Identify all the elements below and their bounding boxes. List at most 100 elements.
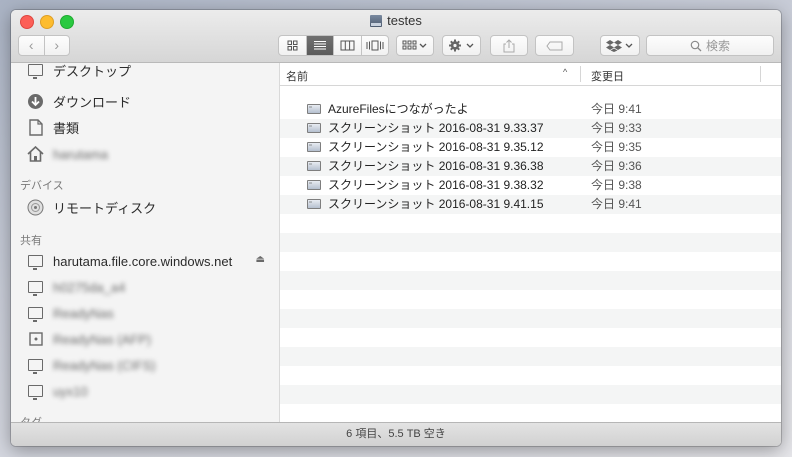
empty-row xyxy=(280,347,781,366)
file-rows: AzureFilesにつながったよ 今日 9:41 スクリーンショット 2016-0… xyxy=(280,100,781,423)
file-name: スクリーンショット 2016-08-31 9.38.32 xyxy=(328,178,544,192)
forward-button[interactable]: › xyxy=(45,36,70,55)
file-row[interactable]: スクリーンショット 2016-08-31 9.33.37 今日 9:33 xyxy=(280,119,781,138)
file-name: スクリーンショット 2016-08-31 9.35.12 xyxy=(328,140,544,154)
window-title: testes xyxy=(11,13,781,29)
folder-drive-icon xyxy=(370,15,383,27)
file-date: 今日 9:41 xyxy=(591,102,642,116)
column-header: 名前 ^ 変更日 xyxy=(280,63,781,86)
file-name: スクリーンショット 2016-08-31 9.36.38 xyxy=(328,159,544,173)
sidebar-item-downloads[interactable]: ダウンロード xyxy=(27,91,131,111)
sidebar-item-desktop[interactable]: デスクトップ xyxy=(27,63,131,80)
column-separator[interactable] xyxy=(760,66,761,82)
sidebar-item-documents[interactable]: 書類 xyxy=(27,117,79,137)
file-name: スクリーンショット 2016-08-31 9.33.37 xyxy=(328,121,544,135)
file-date: 今日 9:35 xyxy=(591,140,642,154)
status-bar: 6 項目、5.5 TB 空き xyxy=(11,422,781,446)
empty-row xyxy=(280,366,781,385)
tag-button[interactable] xyxy=(535,35,574,56)
sidebar-item-remote-disc[interactable]: リモートディスク xyxy=(27,197,156,217)
download-icon xyxy=(27,93,44,110)
file-row[interactable]: スクリーンショット 2016-08-31 9.38.32 今日 9:38 xyxy=(280,176,781,195)
sidebar-item-azure-share[interactable]: harutama.file.core.windows.net xyxy=(27,251,267,271)
image-file-icon xyxy=(307,123,321,133)
sidebar-item-shared-2[interactable]: h0275da_a4 xyxy=(27,277,125,297)
sidebar-item-readynas[interactable]: ReadyNas xyxy=(27,303,114,323)
share-button[interactable] xyxy=(490,35,528,56)
image-file-icon xyxy=(307,104,321,114)
finder-window: testes ‹ › 検索 デスクトップ ダウンロード 書類 harutama … xyxy=(11,10,781,446)
monitor-icon xyxy=(27,305,44,322)
icon-view-button[interactable] xyxy=(279,36,307,55)
sort-ascending-icon: ^ xyxy=(563,67,568,77)
file-date: 今日 9:33 xyxy=(591,121,642,135)
file-name: スクリーンショット 2016-08-31 9.41.15 xyxy=(328,197,544,211)
empty-row xyxy=(280,328,781,347)
action-menu-button[interactable] xyxy=(442,35,481,56)
empty-row xyxy=(280,309,781,328)
disc-icon xyxy=(27,199,44,216)
empty-row xyxy=(280,252,781,271)
gear-icon xyxy=(448,39,473,52)
file-list: 名前 ^ 変更日 AzureFilesにつながったよ 今日 9:41 スクリーンショ… xyxy=(280,63,781,423)
tag-icon xyxy=(545,41,562,50)
arrange-button[interactable] xyxy=(396,35,434,56)
status-text: 6 項目、5.5 TB 空き xyxy=(346,428,446,440)
image-file-icon xyxy=(307,180,321,190)
list-view-icon xyxy=(313,41,326,50)
search-field[interactable]: 検索 xyxy=(646,35,774,56)
empty-row xyxy=(280,271,781,290)
sidebar-item-shared-6[interactable]: uyx10 xyxy=(27,381,88,401)
image-file-icon xyxy=(307,199,321,209)
back-button[interactable]: ‹ xyxy=(19,36,44,55)
sidebar-item-home[interactable]: harutama xyxy=(27,144,108,164)
sidebar: デスクトップ ダウンロード 書類 harutama デバイス リモートディスク xyxy=(11,63,280,422)
file-date: 今日 9:38 xyxy=(591,178,642,192)
arrange-icon xyxy=(402,40,427,50)
server-icon xyxy=(27,331,44,348)
column-name-header[interactable]: 名前 xyxy=(286,68,308,84)
file-date: 今日 9:36 xyxy=(591,159,642,173)
cover-flow-icon xyxy=(366,40,384,51)
monitor-icon xyxy=(27,279,44,296)
view-mode-group xyxy=(278,35,389,56)
empty-row xyxy=(280,404,781,423)
file-name: AzureFilesにつながったよ xyxy=(328,102,469,116)
column-view-icon xyxy=(340,40,355,51)
empty-row xyxy=(280,214,781,233)
nav-buttons: ‹ › xyxy=(18,35,70,56)
monitor-icon xyxy=(27,253,44,270)
sidebar-item-readynas-cifs[interactable]: ReadyNas (CIFS) xyxy=(27,355,156,375)
file-row[interactable]: AzureFilesにつながったよ 今日 9:41 xyxy=(280,100,781,119)
column-view-button[interactable] xyxy=(334,36,362,55)
sidebar-item-readynas-afp[interactable]: ReadyNas (AFP) xyxy=(27,329,151,349)
share-icon xyxy=(503,38,515,52)
eject-icon[interactable]: ⏏ xyxy=(256,254,265,265)
file-row[interactable]: スクリーンショット 2016-08-31 9.41.15 今日 9:41 xyxy=(280,195,781,214)
home-icon xyxy=(27,146,44,163)
search-icon xyxy=(690,40,702,51)
sidebar-heading-devices: デバイス xyxy=(20,180,64,192)
file-row[interactable]: スクリーンショット 2016-08-31 9.35.12 今日 9:35 xyxy=(280,138,781,157)
cover-flow-button[interactable] xyxy=(362,36,389,55)
file-date: 今日 9:41 xyxy=(591,197,642,211)
image-file-icon xyxy=(307,161,321,171)
desktop-icon xyxy=(27,63,44,79)
column-date-header[interactable]: 変更日 xyxy=(591,68,624,84)
monitor-icon xyxy=(27,383,44,400)
icon-view-icon xyxy=(287,40,298,51)
list-view-button[interactable] xyxy=(306,36,334,55)
sidebar-heading-shared: 共有 xyxy=(20,235,42,247)
image-file-icon xyxy=(307,142,321,152)
search-placeholder: 検索 xyxy=(705,39,730,53)
documents-icon xyxy=(27,118,44,136)
dropbox-icon xyxy=(606,40,633,52)
column-separator[interactable] xyxy=(580,66,581,82)
sidebar-heading-tags: タグ xyxy=(20,414,42,422)
monitor-icon xyxy=(27,357,44,374)
empty-row xyxy=(280,385,781,404)
file-row[interactable]: スクリーンショット 2016-08-31 9.36.38 今日 9:36 xyxy=(280,157,781,176)
empty-row xyxy=(280,290,781,309)
empty-row xyxy=(280,233,781,252)
dropbox-button[interactable] xyxy=(600,35,640,56)
